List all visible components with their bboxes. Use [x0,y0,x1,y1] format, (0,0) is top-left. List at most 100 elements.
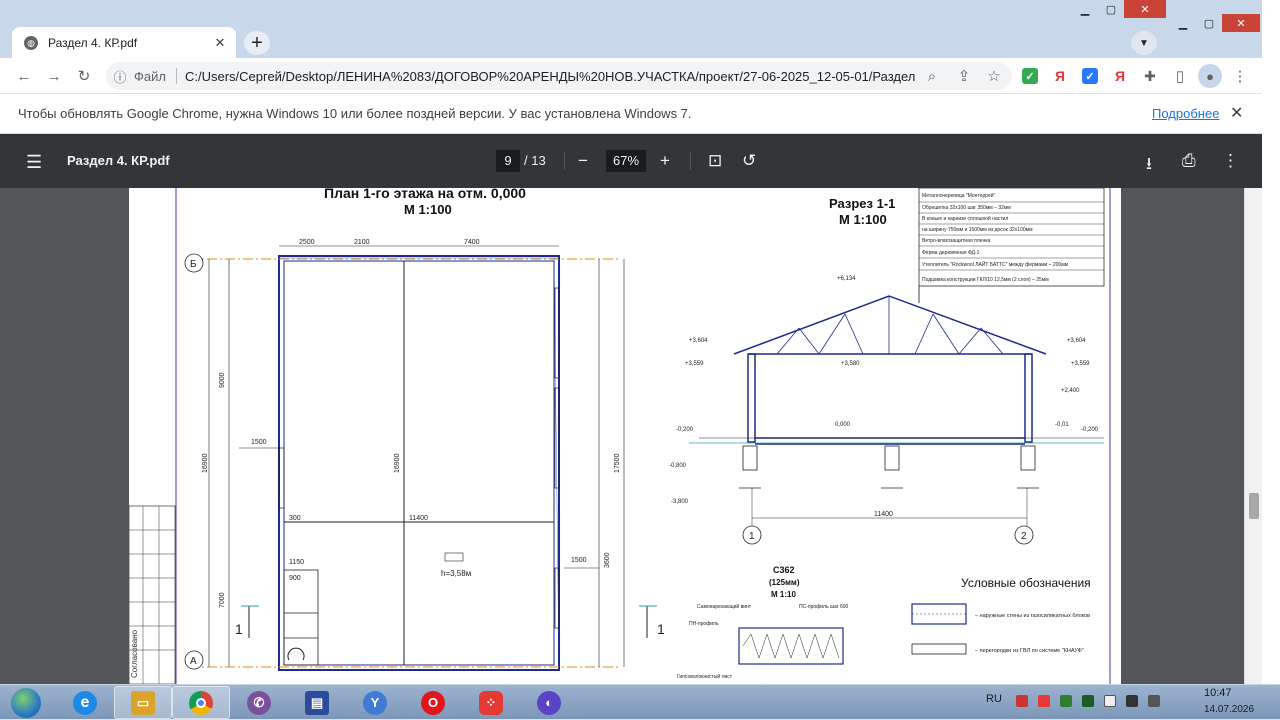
yandex-browser-icon: Y [363,690,387,715]
bookmark-star-icon[interactable]: ☆ [982,64,1006,88]
extensions-puzzle-icon[interactable]: ✚ [1138,64,1162,88]
pdf-page: Согласовано План 1-го этажа на отм. 0,00… [128,188,1121,684]
legend-partitions: – перегородки из ГВЛ по системе "КНАУФ" [975,648,1084,654]
tray-green-icon[interactable] [1060,695,1072,707]
plan-dim-7400: 7400 [464,239,480,246]
rotate-icon[interactable]: ↺ [742,151,756,171]
app-grid-icon: ⁘ [479,690,503,715]
svg-text:1: 1 [235,621,243,637]
mark-zero: 0,000 [835,422,851,428]
clock-date[interactable]: 14.07.2026 [1204,704,1254,715]
legend-outer-walls: – наружные стены из газосиликатных блоко… [975,613,1090,619]
tab-active[interactable]: ◍ Раздел 4. КР.pdf ✕ [12,27,236,59]
structural-drawing: Согласовано План 1-го этажа на отм. 0,00… [128,188,1111,684]
mark-3800: -3,800 [671,499,689,505]
url-text[interactable]: C:/Users/Сергей/Desktop/ЛЕНИНА%2083/ДОГО… [185,69,915,84]
tray-volume-icon[interactable] [1148,695,1160,707]
node-label-gvl: Гипсоволокнистый лист [677,673,733,680]
axis-b-label: Б [190,259,197,270]
plan-dim-1500: 1500 [251,439,267,446]
hamburger-menu-icon[interactable]: ☰ [26,152,42,173]
minimize-button[interactable]: ▁ [1072,0,1098,18]
chrome-maximize-button[interactable]: ▢ [1196,14,1222,32]
taskbar-app-purple[interactable]: ◐ [520,686,578,719]
zoom-icon[interactable]: ⌕ [920,64,944,88]
maximize-button[interactable]: ▢ [1098,0,1124,18]
viewer-scrollbar[interactable] [1244,188,1262,684]
mark-0010: -0,01 [1055,422,1069,428]
close-tab-icon[interactable]: ✕ [210,35,230,51]
roof-layer-4: на ширину 750мм и 1500мм из досок 32х100… [922,227,1033,233]
plan-dim-300: 300 [289,515,301,522]
new-tab-button[interactable]: + [244,31,270,55]
plan-title: План 1-го этажа на отм. 0,000 [324,188,526,201]
shield-extension-icon[interactable]: ✓ [1022,68,1038,84]
node-label-ps: ПС-профиль шаг 600 [799,604,849,610]
roof-layer-2: Обрешетка 32х100 шаг 350мм – 32мм [922,205,1011,211]
side-stamp-label: Согласовано [130,629,139,678]
taskbar-yandex[interactable]: Y [346,686,404,719]
taskbar-chrome[interactable] [172,686,230,719]
section-width: 11400 [874,511,893,518]
tray-red-icon[interactable] [1038,695,1050,707]
zoom-in-icon[interactable]: + [660,151,670,171]
share-icon[interactable]: ⇪ [952,64,976,88]
side-panel-icon[interactable]: ▯ [1168,64,1192,88]
print-icon[interactable]: ⎙ [1182,151,1196,171]
page-number-input[interactable]: 9 [496,150,520,172]
section-scale: М 1:100 [839,212,887,227]
tray-app-icon[interactable] [1016,695,1028,707]
taskbar-viber[interactable]: ✆ [230,686,288,719]
windows-taskbar: e ▭ ✆ ▤ Y O ⁘ ◐ RU 10:47 14.07.2026 [0,684,1280,719]
infobar-more-link[interactable]: Подробнее [1152,106,1219,121]
tray-network-icon[interactable] [1126,695,1138,707]
fit-page-icon[interactable]: ⊡ [708,151,722,171]
taskbar-app-red[interactable]: ⁘ [462,686,520,719]
more-actions-icon[interactable]: ⋮ [1222,151,1239,171]
axis-a-label: А [190,656,197,667]
scrollbar-thumb[interactable] [1249,493,1259,519]
forward-icon[interactable]: → [42,64,66,88]
roof-layer-8: Подшивка конструкции ГКЛ/10 12,5мм (2 сл… [922,277,1049,283]
tab-search-button[interactable]: ▼ [1131,31,1157,55]
start-button[interactable] [4,686,48,719]
opera-icon: O [421,690,445,715]
info-icon[interactable]: ⓘ [106,67,134,86]
mark-eaves-right: +3,604 [1067,338,1086,344]
infobar-message: Чтобы обновлять Google Chrome, нужна Win… [18,106,692,121]
download-icon[interactable]: ⭳ [1146,151,1152,180]
node-scale: М 1:10 [771,590,796,599]
reload-icon[interactable]: ↻ [72,64,96,88]
mark-3559-left: +3,559 [685,361,704,367]
close-window-button[interactable]: ✕ [1124,0,1166,18]
checkmark-extension-icon[interactable]: ✓ [1082,68,1098,84]
profile-avatar-icon[interactable]: ● [1198,64,1222,88]
taskbar-ie[interactable]: e [56,686,114,719]
yandex-extension-icon-2[interactable]: Я [1112,68,1128,84]
plan-dim-11400: 11400 [409,515,428,522]
node-title: С362 [773,565,795,575]
viber-icon: ✆ [247,690,271,715]
pdf-title: Раздел 4. КР.pdf [67,153,170,168]
back-icon[interactable]: ← [12,64,36,88]
chrome-close-button[interactable]: ✕ [1222,14,1260,32]
chrome-minimize-button[interactable]: ▁ [1170,14,1196,32]
mark-0800: -0,800 [669,463,687,469]
address-bar[interactable]: ⓘ Файл C:/Users/Сергей/Desktop/ЛЕНИНА%20… [106,62,1012,90]
taskbar-save[interactable]: ▤ [288,686,346,719]
mark-3559-right: +3,559 [1071,361,1090,367]
pdf-viewer[interactable]: Согласовано План 1-го этажа на отм. 0,00… [0,188,1280,684]
zoom-level-input[interactable]: 67% [606,150,646,172]
language-indicator[interactable]: RU [986,693,1002,705]
plan-dim-2100: 2100 [354,239,370,246]
taskbar-opera[interactable]: O [404,686,462,719]
clock-time[interactable]: 10:47 [1204,687,1232,699]
tray-check-icon[interactable] [1082,695,1094,707]
infobar-close-icon[interactable]: ✕ [1230,103,1243,123]
yandex-extension-icon[interactable]: Я [1052,68,1068,84]
mark-2400: +2,400 [1061,388,1080,394]
taskbar-explorer[interactable]: ▭ [114,686,172,719]
tray-window-icon[interactable] [1104,695,1116,707]
kebab-menu-icon[interactable]: ⋮ [1228,64,1252,88]
zoom-out-icon[interactable]: − [578,151,588,171]
